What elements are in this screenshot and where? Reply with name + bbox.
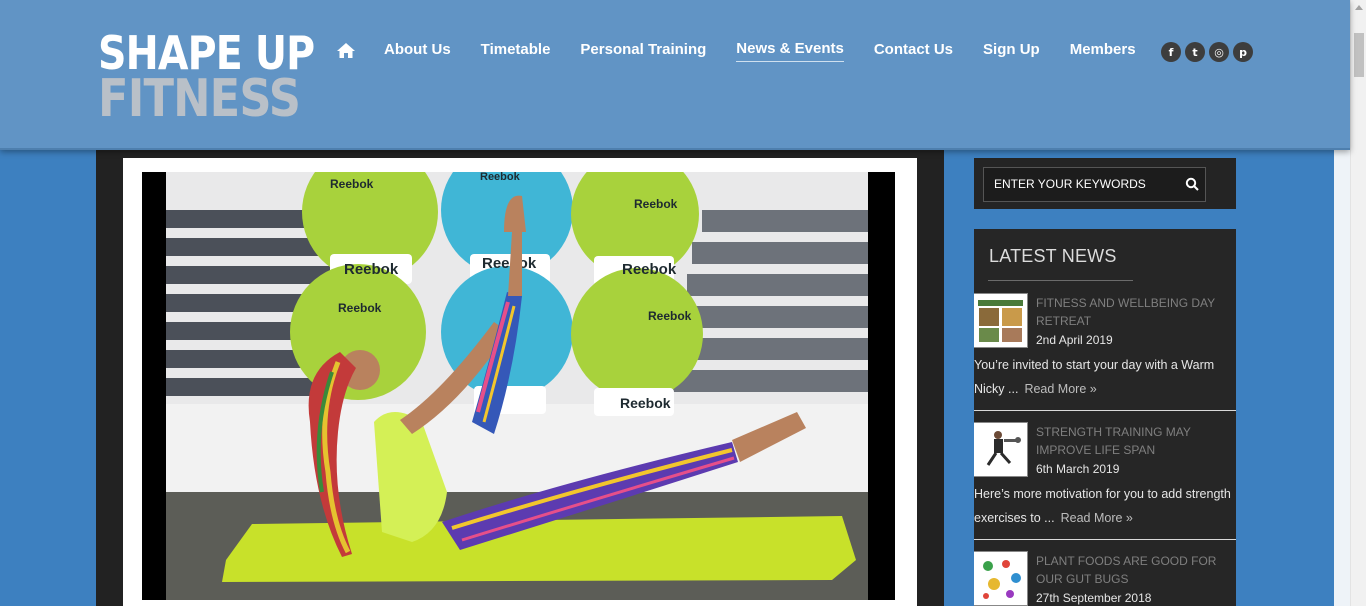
latest-news-widget: LATEST NEWS FITNESS AND WELLBEING DAY RE… <box>974 229 1236 606</box>
read-more-link[interactable]: Read More » <box>1024 382 1096 396</box>
nav-sign-up[interactable]: Sign Up <box>983 41 1040 62</box>
nav-about-us[interactable]: About Us <box>384 41 451 62</box>
instagram-icon[interactable]: ◎ <box>1209 42 1229 62</box>
search-widget: ENTER YOUR KEYWORDS <box>974 158 1236 209</box>
read-more-link[interactable]: Read More » <box>1061 511 1133 525</box>
nav-timetable[interactable]: Timetable <box>481 41 551 62</box>
ball-label: Reebok <box>330 177 374 191</box>
social-links: f t ◎ p <box>1161 42 1253 62</box>
ball-label: Reebok <box>338 301 382 315</box>
holder-label: Reebok <box>482 255 537 272</box>
vertical-scrollbar[interactable] <box>1350 0 1366 606</box>
news-thumbnail[interactable] <box>974 551 1028 606</box>
gym-photo: Reebok Reebok Reebok Reebok Reebok Reebo… <box>166 172 868 600</box>
holder-label: Reebok <box>620 395 671 411</box>
search-icon[interactable] <box>1185 177 1199 191</box>
heading-underline <box>988 280 1133 281</box>
news-date: 6th March 2019 <box>1036 462 1120 476</box>
nav-news-events[interactable]: News & Events <box>736 40 844 62</box>
news-excerpt: You’re invited to start your day with a … <box>974 353 1236 401</box>
search-input[interactable]: ENTER YOUR KEYWORDS <box>983 167 1206 202</box>
nav-personal-training[interactable]: Personal Training <box>580 41 706 62</box>
featured-image: Reebok Reebok Reebok Reebok Reebok Reebo… <box>142 172 895 600</box>
news-thumbnail[interactable] <box>974 422 1028 477</box>
ball-label: Reebok <box>648 309 692 323</box>
site-header: SHAPE UP FITNESS About Us Timetable Pers… <box>0 0 1350 150</box>
latest-news-heading: LATEST NEWS <box>989 246 1117 266</box>
news-title[interactable]: FITNESS AND WELLBEING DAY RETREAT <box>1036 294 1226 330</box>
home-icon[interactable] <box>336 41 356 61</box>
news-divider <box>974 410 1236 411</box>
news-excerpt: Here’s more motivation for you to add st… <box>974 482 1236 530</box>
ball-label: Reebok <box>480 172 521 183</box>
news-divider <box>974 539 1236 540</box>
pinterest-icon[interactable]: p <box>1233 42 1253 62</box>
facebook-icon[interactable]: f <box>1161 42 1181 62</box>
news-date: 27th September 2018 <box>1036 591 1152 605</box>
holder-label: Reebok <box>622 261 677 278</box>
logo-line-2: FITNESS <box>98 69 301 129</box>
news-title[interactable]: PLANT FOODS ARE GOOD FOR OUR GUT BUGS <box>1036 552 1226 588</box>
ball-label: Reebok <box>634 197 678 211</box>
news-title[interactable]: STRENGTH TRAINING MAY IMPROVE LIFE SPAN <box>1036 423 1226 459</box>
main-nav: About Us Timetable Personal Training New… <box>336 40 1166 62</box>
site-logo[interactable]: SHAPE UP FITNESS <box>98 30 349 129</box>
nav-members[interactable]: Members <box>1070 41 1136 62</box>
nav-contact-us[interactable]: Contact Us <box>874 41 953 62</box>
news-thumbnail[interactable] <box>974 293 1028 348</box>
scrollbar-thumb[interactable] <box>1354 33 1364 77</box>
holder-label: Reebok <box>344 261 399 278</box>
page-edge <box>1334 150 1350 606</box>
twitter-icon[interactable]: t <box>1185 42 1205 62</box>
scroll-up-arrow-icon[interactable] <box>1355 5 1363 10</box>
news-date: 2nd April 2019 <box>1036 333 1113 347</box>
